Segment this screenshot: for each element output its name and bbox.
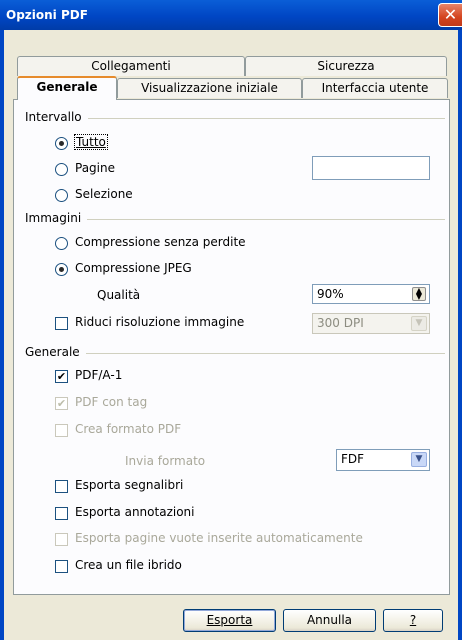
radio-all[interactable] — [55, 137, 68, 150]
radio-selection[interactable] — [55, 189, 68, 202]
submit-format-dropdown[interactable]: FDF ▼ — [336, 449, 430, 471]
images-group-label: Immagini — [25, 211, 82, 225]
tab-visualizzazione-iniziale[interactable]: Visualizzazione iniziale — [117, 78, 302, 98]
hybrid-file-checkbox[interactable] — [55, 560, 68, 573]
radio-pages[interactable] — [55, 163, 68, 176]
window-title: Opzioni PDF — [6, 8, 88, 22]
quality-label: Qualità — [97, 288, 141, 302]
pdfa-label[interactable]: PDF/A-1 — [75, 368, 122, 382]
title-bar: Opzioni PDF ✕ — [0, 0, 462, 30]
submit-format-value: FDF — [341, 452, 365, 466]
window-frame-right — [458, 30, 462, 640]
chevron-down-icon[interactable]: ▼ — [411, 452, 427, 467]
close-icon: ✕ — [443, 5, 458, 24]
close-button[interactable]: ✕ — [438, 3, 462, 27]
resolution-value: 300 DPI — [317, 316, 364, 330]
tab-collegamenti[interactable]: Collegamenti — [17, 56, 245, 76]
tab-label: Visualizzazione iniziale — [141, 81, 278, 95]
tab-label: Interfaccia utente — [321, 81, 429, 95]
tab-label: Sicurezza — [317, 59, 375, 73]
tab-generale[interactable]: Generale — [17, 76, 117, 100]
range-divider — [88, 118, 445, 119]
tab-sicurezza[interactable]: Sicurezza — [245, 56, 447, 76]
export-button[interactable]: Esporta — [183, 609, 276, 632]
tab-label: Generale — [36, 80, 98, 94]
tab-label: Collegamenti — [91, 59, 171, 73]
submit-format-label: Invia formato — [125, 454, 206, 468]
radio-selection-label[interactable]: Selezione — [75, 187, 133, 201]
radio-all-label[interactable]: Tutto — [74, 134, 108, 150]
general-group-label: Generale — [25, 345, 80, 359]
tagged-pdf-label: PDF con tag — [75, 395, 148, 409]
cancel-button-label: Annulla — [306, 613, 353, 627]
tagged-pdf-checkbox: ✔ — [55, 397, 68, 410]
quality-spinbox[interactable]: 90% ▲ ▼ — [312, 284, 430, 304]
images-divider — [87, 219, 445, 220]
radio-lossless[interactable] — [55, 237, 68, 250]
tab-interfaccia-utente[interactable]: Interfaccia utente — [302, 78, 448, 98]
tab-row-front: Generale Visualizzazione iniziale Interf… — [13, 76, 450, 100]
window-frame-left — [0, 30, 4, 640]
reduce-resolution-label[interactable]: Riduci risoluzione immagine — [75, 315, 244, 329]
hybrid-file-label[interactable]: Crea un file ibrido — [75, 558, 182, 572]
cancel-button[interactable]: Annulla — [283, 609, 376, 632]
general-divider — [86, 353, 445, 354]
reduce-resolution-checkbox[interactable] — [55, 317, 68, 330]
radio-pages-label[interactable]: Pagine — [75, 161, 115, 175]
export-button-label: Esporta — [206, 613, 253, 627]
create-form-label: Crea formato PDF — [75, 422, 182, 436]
help-button-label: ? — [409, 613, 417, 627]
export-notes-label[interactable]: Esporta annotazioni — [75, 505, 194, 519]
export-bookmarks-label[interactable]: Esporta segnalibri — [75, 478, 183, 492]
radio-jpeg[interactable] — [55, 263, 68, 276]
chevron-down-icon: ▼ — [411, 316, 427, 331]
radio-lossless-label[interactable]: Compressione senza perdite — [75, 235, 246, 249]
spin-updown-icon[interactable]: ▲ ▼ — [412, 287, 426, 301]
create-form-checkbox — [55, 424, 68, 437]
quality-value: 90% — [317, 287, 344, 301]
export-blank-pages-label: Esporta pagine vuote inserite automatica… — [75, 531, 363, 545]
help-button[interactable]: ? — [383, 609, 443, 632]
export-bookmarks-checkbox[interactable] — [55, 480, 68, 493]
pdfa-checkbox[interactable]: ✔ — [55, 370, 68, 383]
pages-input[interactable] — [312, 156, 430, 180]
radio-jpeg-label[interactable]: Compressione JPEG — [75, 261, 192, 275]
tab-row-back: Collegamenti Sicurezza — [17, 56, 447, 78]
range-group-label: Intervallo — [25, 110, 82, 124]
export-notes-checkbox[interactable] — [55, 507, 68, 520]
resolution-dropdown: 300 DPI ▼ — [312, 313, 430, 334]
export-blank-pages-checkbox — [55, 533, 68, 546]
